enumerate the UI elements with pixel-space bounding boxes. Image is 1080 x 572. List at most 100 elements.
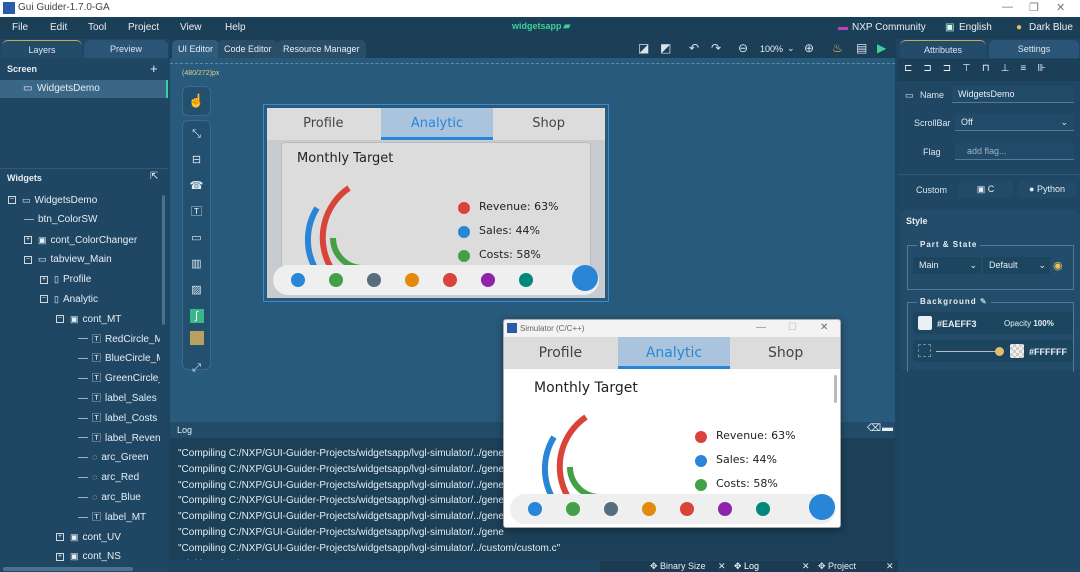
color-swatch-button[interactable] (481, 273, 495, 287)
close-icon[interactable]: ✕ (886, 561, 894, 572)
tab-code-editor[interactable]: Code Editor (218, 40, 278, 58)
tab-profile[interactable]: Profile (267, 108, 380, 140)
color-swatch-button[interactable] (329, 273, 343, 287)
tab-settings[interactable]: Settings (989, 40, 1079, 58)
clean-icon[interactable]: ♨ (832, 41, 843, 55)
menu-help[interactable]: Help (225, 22, 246, 33)
tree-item[interactable]: ◌ arc_Red (78, 468, 139, 486)
tree-item[interactable]: 🅃RedCircle_MT (78, 330, 160, 348)
qrcode-widget-icon[interactable] (183, 329, 210, 355)
gradient-color-value[interactable]: #FFFFFF (1029, 347, 1067, 357)
zoom-out-icon[interactable]: ⊖ (738, 41, 748, 55)
tree-item[interactable]: − ▭ tabview_Main (24, 250, 112, 268)
run-simulator-icon[interactable]: ▶ (877, 41, 886, 55)
tree-item[interactable]: 🅃label_MT (78, 508, 146, 526)
color-swatch-button[interactable] (680, 502, 694, 516)
add-screen-button[interactable]: + (150, 61, 158, 76)
tab-shop[interactable]: Shop (729, 337, 840, 369)
opacity-field[interactable]: Opacity 100% (1004, 319, 1054, 328)
close-icon[interactable]: ✕ (802, 561, 810, 572)
tab-project[interactable]: ✥ Project (818, 561, 856, 572)
color-swatch-button[interactable] (566, 502, 580, 516)
gradient-color-swatch[interactable] (1010, 344, 1024, 358)
close-button[interactable]: ✕ (820, 322, 828, 333)
language-selector[interactable]: English (959, 22, 992, 33)
imgbutton-widget-icon[interactable]: ☎ (183, 173, 210, 199)
nxp-community-link[interactable]: NXP Community (852, 22, 926, 33)
minimize-button[interactable]: — (756, 322, 766, 333)
expand-icon[interactable]: + (40, 275, 48, 284)
popout-icon[interactable]: ⇱ (150, 171, 158, 182)
color-swatch-button[interactable] (367, 273, 381, 287)
state-select[interactable]: Default ⌄ (983, 257, 1050, 274)
tree-item[interactable]: 🅃label_Revenu (78, 429, 160, 447)
color-swatch-button[interactable] (718, 502, 732, 516)
tree-item[interactable]: 🅃 BlueCircle_M (78, 349, 160, 367)
custom-python-button[interactable]: ● Python (1018, 181, 1076, 198)
color-switch-button[interactable] (809, 494, 835, 520)
tree-item[interactable]: + ▣ cont_NS (56, 547, 121, 565)
label-widget-icon[interactable]: 🅃 (183, 199, 210, 225)
collapse-icon[interactable]: − (8, 196, 16, 205)
tab-layers[interactable]: Layers (2, 40, 82, 58)
tab-binary-size[interactable]: ✥ Binary Size (650, 561, 706, 572)
tree-scrollbar[interactable] (162, 195, 165, 325)
scrollbar-select[interactable]: Off ⌄ (955, 114, 1074, 131)
tab-attributes[interactable]: Attributes (900, 40, 986, 58)
generate-code-icon[interactable]: ▤ (856, 41, 867, 55)
color-swatch-button[interactable] (405, 273, 419, 287)
maximize-button[interactable]: ❐ (1029, 1, 1039, 14)
dropdown-widget-icon[interactable]: ▭ (183, 225, 210, 251)
chart-widget-icon[interactable]: ▥ (183, 251, 210, 277)
tree-item[interactable]: 🅃 GreenCircle_ (78, 369, 160, 387)
collapse-icon[interactable]: ⤡ (183, 121, 210, 147)
bring-front-icon[interactable]: ◪ (638, 41, 649, 55)
tab-log[interactable]: ✥ Log (734, 561, 759, 572)
bg-color-value[interactable]: #EAEFF3 (937, 319, 977, 329)
tree-item[interactable]: ◌ arc_Blue (78, 488, 141, 506)
tab-preview[interactable]: Preview (84, 40, 168, 58)
tab-profile[interactable]: Profile (504, 337, 617, 369)
menu-project[interactable]: Project (128, 22, 159, 33)
color-swatch-button[interactable] (519, 273, 533, 287)
menu-view[interactable]: View (180, 22, 202, 33)
chevron-down-icon[interactable]: ⌄ (787, 43, 795, 54)
theme-selector[interactable]: Dark Blue (1029, 22, 1073, 33)
eye-icon[interactable]: ◉ (1053, 259, 1063, 272)
color-swatch-button[interactable] (528, 502, 542, 516)
tree-item[interactable]: + ▯ Profile (40, 270, 91, 288)
close-button[interactable]: ✕ (1056, 1, 1065, 14)
gradient-slider[interactable] (936, 351, 1000, 352)
color-swatch-button[interactable] (642, 502, 656, 516)
image-widget-icon[interactable]: ▨ (183, 277, 210, 303)
scrollbar[interactable] (834, 375, 837, 403)
menu-tool[interactable]: Tool (88, 22, 106, 33)
alignment-toolbar[interactable]: ⊏⊐⊐⊤⊓⊥≡⊪ (898, 59, 1080, 81)
button-widget-icon[interactable]: ⊟ (183, 147, 210, 173)
color-swatch-button[interactable] (443, 273, 457, 287)
part-select[interactable]: Main ⌄ (913, 257, 981, 274)
tab-resource-manager[interactable]: Resource Manager (277, 40, 366, 58)
custom-c-button[interactable]: ▣ C (958, 181, 1013, 198)
tree-item[interactable]: ◌ arc_Green (78, 448, 149, 466)
zoom-in-icon[interactable]: ⊕ (804, 41, 814, 55)
tree-hscrollbar[interactable] (3, 567, 133, 571)
tree-item[interactable]: 🅃label_Sales (78, 389, 157, 407)
color-swatch-button[interactable] (291, 273, 305, 287)
menu-edit[interactable]: Edit (50, 22, 67, 33)
tree-item[interactable]: − ▣ cont_MT (56, 310, 121, 328)
image-icon[interactable] (918, 344, 931, 357)
color-swatch-button[interactable] (756, 502, 770, 516)
app-screen-design[interactable]: Profile Analytic Shop Monthly Target Revenu… (267, 108, 605, 298)
menu-file[interactable]: File (12, 22, 28, 33)
zoom-level[interactable]: 100% (760, 44, 783, 54)
app-screen-simulator[interactable]: Profile Analytic Shop Monthly Target Revenu… (504, 337, 840, 527)
name-input[interactable]: WidgetsDemo (952, 86, 1074, 103)
expand-icon[interactable]: + (24, 235, 32, 244)
redo-icon[interactable]: ↷ (711, 41, 721, 55)
collapse-icon[interactable]: − (40, 295, 48, 304)
tab-analytic[interactable]: Analytic (617, 337, 731, 369)
color-switch-button[interactable] (572, 265, 598, 291)
tree-item[interactable]: − ▯ Analytic (40, 290, 98, 308)
bg-color-swatch[interactable] (918, 316, 932, 330)
